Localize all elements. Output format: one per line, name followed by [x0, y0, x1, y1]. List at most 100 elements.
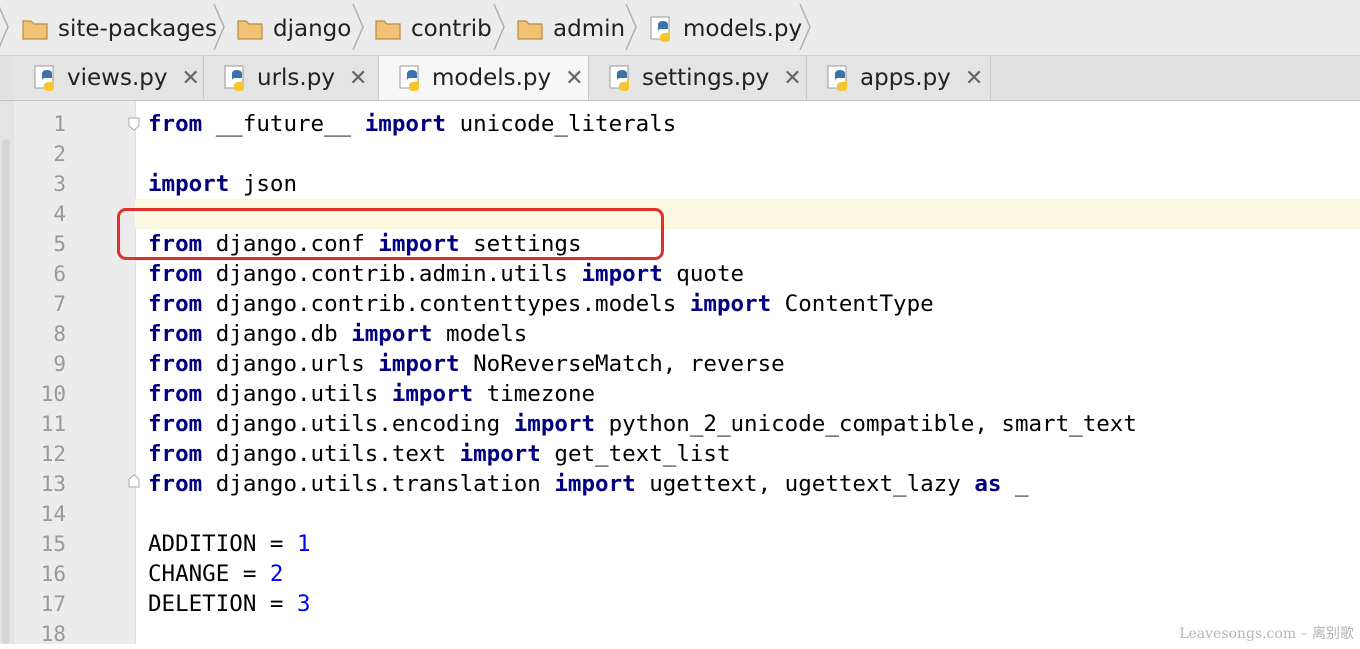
- keyword-token: as: [974, 471, 1002, 497]
- tab-views-py[interactable]: views.py ✕: [14, 56, 204, 100]
- folder-icon: [237, 20, 263, 40]
- tab-models-py[interactable]: models.py ✕: [379, 56, 589, 100]
- close-icon[interactable]: ✕: [181, 66, 199, 91]
- keyword-token: import: [351, 321, 433, 347]
- fold-end-icon[interactable]: [128, 474, 140, 488]
- number-token: 1: [297, 531, 311, 557]
- keyword-token: from: [148, 321, 203, 347]
- breadcrumb-item-models-py[interactable]: models.py: [650, 9, 802, 49]
- folder-icon: [375, 20, 401, 40]
- code-line[interactable]: CHANGE = 2: [148, 559, 283, 589]
- line-number: 7: [53, 292, 66, 316]
- editor-tab-bar: views.py ✕ urls.py ✕ models.py ✕ setting…: [0, 56, 1360, 101]
- code-token: ADDITION =: [148, 531, 298, 557]
- keyword-token: import: [148, 171, 230, 197]
- breadcrumb-item-contrib[interactable]: contrib: [375, 9, 492, 49]
- keyword-token: from: [148, 111, 203, 137]
- keyword-token: from: [148, 441, 203, 467]
- breadcrumb: site-packages django contrib admin model…: [0, 0, 1360, 56]
- code-line[interactable]: from django.db import models: [148, 319, 527, 349]
- watermark: Leavesongs.com – 离别歌: [1179, 626, 1354, 642]
- keyword-token: import: [513, 411, 596, 437]
- breadcrumb-separator: [625, 4, 637, 50]
- code-token: django.utils.text: [202, 441, 460, 467]
- tab-apps-py[interactable]: apps.py ✕: [807, 56, 991, 100]
- breadcrumb-label: site-packages: [58, 16, 217, 42]
- python-file-icon: [399, 65, 419, 91]
- breadcrumb-item-admin[interactable]: admin: [517, 9, 625, 49]
- code-line[interactable]: from django.contrib.admin.utils import q…: [148, 259, 744, 289]
- close-icon[interactable]: ✕: [349, 66, 367, 91]
- line-number: 10: [40, 382, 66, 406]
- code-line[interactable]: from django.contrib.contenttypes.models …: [148, 289, 934, 319]
- code-line[interactable]: from django.urls import NoReverseMatch, …: [148, 349, 785, 379]
- close-icon[interactable]: ✕: [565, 66, 583, 91]
- code-token: django.urls: [202, 351, 379, 377]
- line-number: 17: [40, 592, 66, 616]
- python-file-icon: [34, 65, 54, 91]
- tab-settings-py[interactable]: settings.py ✕: [589, 56, 807, 100]
- tab-urls-py[interactable]: urls.py ✕: [204, 56, 379, 100]
- breadcrumb-separator: [493, 4, 505, 50]
- line-number: 2: [53, 142, 66, 166]
- code-token: models: [432, 321, 528, 347]
- code-line[interactable]: from django.utils.translation import uge…: [148, 469, 1029, 499]
- keyword-token: import: [689, 291, 772, 317]
- keyword-token: import: [554, 471, 636, 497]
- breadcrumb-separator: [213, 4, 225, 50]
- line-number: 9: [53, 352, 66, 376]
- line-number: 1: [53, 112, 66, 136]
- breadcrumb-item-django[interactable]: django: [237, 9, 351, 49]
- code-line[interactable]: import json: [148, 169, 297, 199]
- keyword-token: import: [459, 441, 541, 467]
- line-number: 6: [53, 262, 66, 286]
- python-file-icon: [609, 65, 629, 91]
- breadcrumb-label: django: [273, 16, 352, 42]
- line-number: 16: [40, 562, 66, 586]
- line-number: 4: [53, 202, 66, 226]
- keyword-token: from: [148, 381, 203, 407]
- code-line[interactable]: from django.utils.encoding import python…: [148, 409, 1137, 439]
- code-token: timezone: [473, 381, 596, 407]
- keyword-token: import: [364, 111, 447, 137]
- code-line[interactable]: from django.utils import timezone: [148, 379, 595, 409]
- red-highlight-box: [117, 208, 664, 260]
- close-icon[interactable]: ✕: [965, 66, 983, 91]
- breadcrumb-label: models.py: [683, 16, 803, 42]
- code-token: NoReverseMatch, reverse: [459, 351, 785, 377]
- code-token: django.utils: [202, 381, 392, 407]
- code-token: __future__: [202, 111, 365, 137]
- tab-label: apps.py: [860, 65, 951, 91]
- breadcrumb-item-site-packages[interactable]: site-packages: [22, 9, 217, 49]
- code-token: django.contrib.admin.utils: [202, 261, 582, 287]
- code-token: ContentType: [771, 291, 934, 317]
- code-line[interactable]: from django.utils.text import get_text_l…: [148, 439, 731, 469]
- keyword-token: from: [148, 291, 203, 317]
- code-line[interactable]: DELETION = 3: [148, 589, 311, 619]
- line-number: 14: [40, 502, 66, 526]
- code-line[interactable]: ADDITION = 1: [148, 529, 311, 559]
- keyword-token: from: [148, 411, 203, 437]
- keyword-token: from: [148, 471, 203, 497]
- code-line[interactable]: from __future__ import unicode_literals: [148, 109, 676, 139]
- breadcrumb-separator: [352, 4, 364, 50]
- code-token: unicode_literals: [446, 111, 677, 137]
- fold-start-icon[interactable]: [128, 117, 140, 131]
- number-token: 3: [297, 591, 311, 617]
- python-file-icon: [650, 16, 670, 42]
- keyword-token: import: [378, 351, 460, 377]
- code-token: get_text_list: [540, 441, 731, 467]
- breadcrumb-label: contrib: [411, 16, 492, 42]
- keyword-token: import: [391, 381, 474, 407]
- close-icon[interactable]: ✕: [783, 66, 801, 91]
- line-number: 11: [40, 412, 66, 436]
- tab-label: urls.py: [257, 65, 335, 91]
- code-token: python_2_unicode_compatible, smart_text: [595, 411, 1137, 437]
- code-editor[interactable]: from __future__ import unicode_literals i…: [0, 101, 1360, 646]
- code-token: django.db: [202, 321, 352, 347]
- code-token: quote: [662, 261, 745, 287]
- keyword-token: from: [148, 351, 203, 377]
- code-token: CHANGE =: [148, 561, 270, 587]
- folder-icon: [22, 20, 48, 40]
- tab-label: settings.py: [642, 65, 770, 91]
